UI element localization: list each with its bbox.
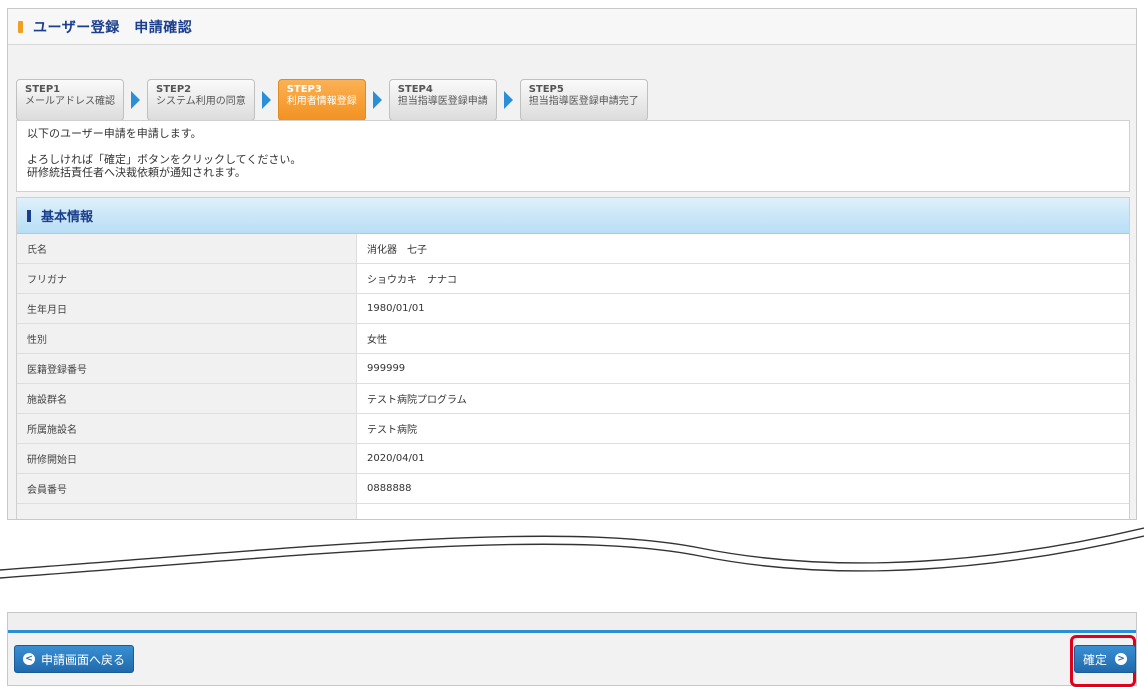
row-value: 2020/04/01 (367, 453, 425, 464)
info-row-partial (17, 504, 1129, 519)
message-line-3: 研修統括責任者へ決裁依頼が通知されます。 (27, 166, 246, 179)
row-label: 生年月日 (17, 294, 357, 323)
row-value: 999999 (367, 363, 406, 374)
info-row-facility: 所属施設名 テスト病院 (17, 414, 1129, 444)
step-arrow-icon (261, 91, 271, 109)
confirm-button-label: 確定 (1083, 652, 1108, 667)
row-label: 医籍登録番号 (17, 354, 357, 383)
step-4: STEP4 担当指導医登録申請 (388, 79, 497, 121)
step-arrow-icon (503, 91, 513, 109)
step-number: STEP1 (25, 84, 61, 95)
row-label: 研修開始日 (17, 444, 357, 473)
footer-panel: < 申請画面へ戻る 確定 > (7, 612, 1137, 687)
row-value: テスト病院プログラム (367, 395, 467, 406)
footer-strip (8, 613, 1136, 633)
step-label: 担当指導医登録申請完了 (528, 96, 639, 107)
section-header: 基本情報 (17, 198, 1129, 234)
step-5: STEP5 担当指導医登録申請完了 (519, 79, 648, 121)
step-number: STEP2 (156, 84, 192, 95)
row-label: 所属施設名 (17, 414, 357, 443)
row-value: 消化器 七子 (367, 245, 427, 256)
row-value: ショウカキ ナナコ (367, 275, 457, 286)
message-line-1: 以下のユーザー申請を申請します。 (27, 127, 202, 140)
info-row-member-number: 会員番号 0888888 (17, 474, 1129, 504)
confirm-button[interactable]: 確定 > (1074, 645, 1136, 673)
step-number: STEP5 (528, 84, 564, 95)
row-value: 女性 (367, 335, 387, 346)
step-arrow-icon (131, 91, 140, 109)
back-button[interactable]: < 申請画面へ戻る (14, 645, 135, 673)
info-row-registration-number: 医籍登録番号 999999 (17, 354, 1129, 384)
section-title: 基本情報 (41, 210, 94, 225)
info-row-facility-group: 施設群名 テスト病院プログラム (17, 384, 1129, 414)
message-box: 以下のユーザー申請を申請します。 よろしければ「確定」ボタンをクリックしてくださ… (16, 120, 1130, 192)
title-marker-icon (18, 20, 23, 33)
main-panel: ユーザー登録 申請確認 STEP1 メールアドレス確認 STEP2 システム利用… (7, 8, 1137, 520)
info-row-gender: 性別 女性 (17, 324, 1129, 354)
row-label: 施設群名 (17, 384, 357, 413)
info-row-kana: フリガナ ショウカキ ナナコ (17, 264, 1129, 294)
chevron-right-icon: > (1115, 653, 1127, 665)
row-value: 0888888 (367, 483, 412, 494)
step-label: 担当指導医登録申請 (397, 96, 488, 107)
title-bar: ユーザー登録 申請確認 (8, 9, 1136, 45)
row-value: テスト病院 (367, 425, 417, 436)
info-row-start-date: 研修開始日 2020/04/01 (17, 444, 1129, 474)
row-label: 性別 (17, 324, 357, 353)
step-2: STEP2 システム利用の同意 (147, 79, 255, 121)
step-1: STEP1 メールアドレス確認 (16, 79, 124, 121)
step-label: メールアドレス確認 (25, 96, 115, 107)
step-label: 利用者情報登録 (286, 96, 357, 107)
step-label: システム利用の同意 (156, 96, 246, 107)
step-3-active: STEP3 利用者情報登録 (277, 79, 366, 121)
page-title: ユーザー登録 申請確認 (33, 19, 193, 36)
step-number: STEP4 (397, 84, 433, 95)
message-line-2: よろしければ「確定」ボタンをクリックしてください。 (27, 153, 302, 166)
row-label: フリガナ (17, 264, 357, 293)
row-label: 会員番号 (17, 474, 357, 503)
step-number: STEP3 (286, 84, 322, 95)
info-row-birthdate: 生年月日 1980/01/01 (17, 294, 1129, 324)
row-value (357, 504, 1129, 519)
back-button-label: 申請画面へ戻る (41, 652, 126, 667)
step-arrow-icon (372, 91, 382, 109)
row-value: 1980/01/01 (367, 303, 425, 314)
info-row-name: 氏名 消化器 七子 (17, 234, 1129, 264)
section-marker-icon (27, 209, 31, 222)
row-label (17, 504, 357, 519)
page-break-wave (0, 527, 1144, 579)
chevron-left-icon: < (23, 653, 35, 665)
basic-info-section: 基本情報 氏名 消化器 七子 フリガナ ショウカキ ナナコ 生年月日 1980/… (16, 197, 1130, 519)
row-label: 氏名 (17, 234, 357, 263)
